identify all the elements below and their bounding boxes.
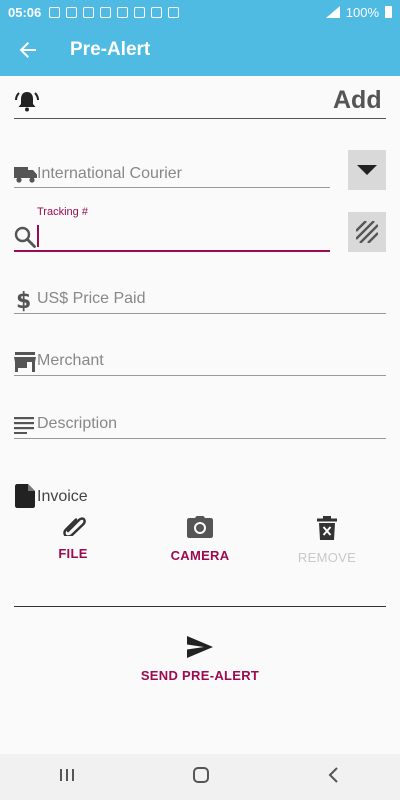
battery-percent: 100% [345,4,379,20]
truck-icon [14,167,37,183]
dollar-icon: $ [16,289,31,312]
recent-apps-button[interactable] [59,767,75,788]
send-icon [187,636,213,658]
svg-text:$: $ [16,289,31,312]
courier-field[interactable]: International Courier [37,165,182,183]
text-cursor [37,225,39,247]
notes-icon [14,417,34,434]
invoice-label: Invoice [37,488,88,505]
paperclip-icon [63,517,86,536]
battery-icon [385,6,392,18]
status-time: 05:06 [8,4,42,20]
remove-button[interactable]: REMOVE [272,516,382,565]
app-bar: Pre-Alert [0,24,400,76]
price-underline [14,313,386,314]
barcode-scan-icon [356,221,378,243]
system-nav-bar [0,754,400,800]
file-button-label: FILE [58,546,88,561]
price-field[interactable]: US$ Price Paid [37,290,146,308]
signal-icon [325,6,340,18]
search-icon [14,226,36,248]
camera-button-label: CAMERA [170,548,230,563]
invoice-divider [14,606,386,607]
caret-down-icon [357,165,377,175]
home-icon [192,766,209,783]
scan-barcode-button[interactable] [348,212,386,252]
recent-apps-icon [59,768,74,781]
delete-icon [317,516,337,540]
add-divider [14,118,386,119]
merchant-field[interactable]: Merchant [37,352,104,370]
page-title: Pre-Alert [70,39,151,60]
alarm-icon [15,92,39,112]
remove-button-label: REMOVE [297,550,357,565]
status-bar: 05:06 100% [0,0,400,24]
notification-icon [83,6,95,18]
tracking-underline [14,250,330,252]
chevron-left-icon [328,766,339,783]
notification-icon [49,6,61,18]
notification-icon [168,6,180,18]
add-button[interactable]: Add [333,86,382,115]
file-icon [15,484,35,508]
notification-icon [66,6,78,18]
send-pre-alert-button[interactable]: SEND PRE-ALERT [120,636,280,683]
system-back-button[interactable] [327,766,341,788]
back-button[interactable] [0,24,56,76]
back-arrow-icon [19,42,36,58]
home-button[interactable] [192,766,210,789]
store-icon [14,352,36,372]
camera-icon [187,516,213,538]
send-pre-alert-label: SEND PRE-ALERT [140,668,260,683]
courier-dropdown-button[interactable] [348,150,386,190]
description-underline [14,438,386,439]
notification-icon [151,6,163,18]
notification-icon [100,6,112,18]
notification-icon [134,6,146,18]
notification-icon [117,6,129,18]
notification-icons [49,6,180,18]
status-right: 100% [325,4,392,20]
camera-button[interactable]: CAMERA [145,516,255,563]
tracking-label: Tracking # [37,206,88,218]
description-field[interactable]: Description [37,415,117,433]
merchant-underline [14,375,386,376]
file-button[interactable]: FILE [18,516,128,561]
courier-underline [14,187,330,188]
